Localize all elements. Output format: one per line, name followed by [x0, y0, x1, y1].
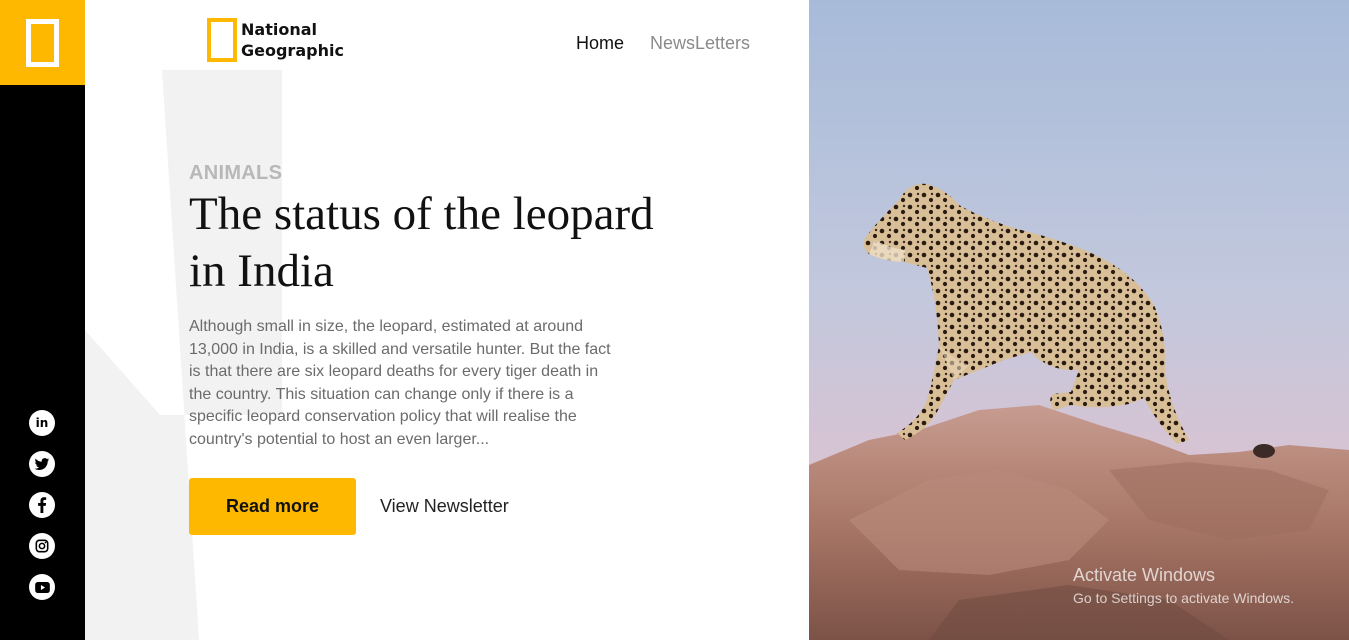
- title-line1: The status of the leopard: [189, 188, 654, 240]
- watermark-title: Activate Windows: [1073, 565, 1216, 585]
- twitter-icon[interactable]: [29, 451, 55, 477]
- article-description: Although small in size, the leopard, est…: [189, 318, 611, 448]
- leopard-photo: [809, 0, 1349, 640]
- sidebar: in: [0, 0, 85, 640]
- facebook-icon[interactable]: [29, 492, 55, 518]
- article-category: ANIMALS: [189, 162, 283, 184]
- hero-image: [809, 0, 1349, 640]
- title-line2: in India: [189, 245, 334, 297]
- watermark-subtitle: Go to Settings to activate Windows.: [1073, 590, 1294, 606]
- social-links: in: [29, 410, 55, 600]
- brand-line2: Geographic: [241, 41, 344, 60]
- view-newsletter-link[interactable]: View Newsletter: [380, 496, 509, 517]
- nav-home[interactable]: Home: [576, 33, 624, 54]
- nav-newsletters[interactable]: NewsLetters: [650, 33, 750, 54]
- linkedin-icon[interactable]: in: [29, 410, 55, 436]
- brand-name: National Geographic: [241, 19, 344, 61]
- windows-activation-watermark: Activate Windows Go to Settings to activ…: [1073, 565, 1294, 606]
- instagram-icon[interactable]: [29, 533, 55, 559]
- article-title: The status of the leopard in India: [189, 186, 749, 300]
- content-panel: National Geographic Home NewsLetters ANI…: [85, 0, 809, 640]
- brand-line1: National: [241, 20, 317, 39]
- brand-logo-icon[interactable]: [0, 0, 85, 85]
- youtube-icon[interactable]: [29, 574, 55, 600]
- top-nav: Home NewsLetters: [576, 33, 750, 54]
- logo-frame: [26, 18, 59, 67]
- read-more-button[interactable]: Read more: [189, 478, 356, 535]
- brand-frame-icon: [207, 18, 237, 62]
- brand[interactable]: National Geographic: [207, 18, 344, 62]
